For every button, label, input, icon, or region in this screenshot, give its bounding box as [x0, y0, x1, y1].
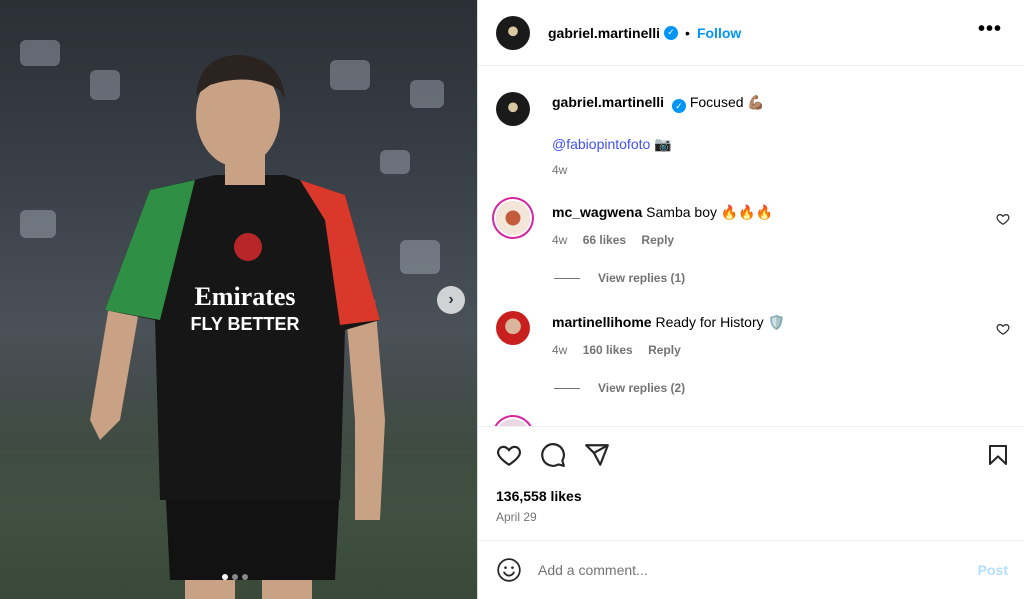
- author-username[interactable]: gabriel.martinelli: [548, 25, 660, 41]
- caption-age: 4w: [552, 163, 568, 177]
- view-replies-button[interactable]: View replies (2): [554, 381, 685, 395]
- post-date: April 29: [496, 510, 537, 524]
- caption-text: Focused 💪🏽: [689, 94, 765, 110]
- header-separator: •: [685, 24, 690, 41]
- post-comment-button[interactable]: Post: [978, 562, 1008, 578]
- heart-icon[interactable]: [496, 442, 522, 468]
- camera-emoji: 📷: [654, 136, 672, 152]
- carousel-dots: [222, 574, 248, 580]
- author-avatar[interactable]: [496, 92, 530, 126]
- divider-line: [554, 277, 580, 279]
- likes-count[interactable]: 136,558 likes: [496, 488, 582, 504]
- commenter-avatar[interactable]: [496, 419, 530, 426]
- author-avatar[interactable]: [496, 15, 530, 50]
- view-replies-label: View replies (1): [598, 271, 686, 285]
- comment-likes-count[interactable]: 160 likes: [583, 343, 633, 357]
- comment-username[interactable]: martinellihome: [552, 314, 652, 330]
- post-actions: [496, 438, 1016, 472]
- smiley-icon[interactable]: [496, 557, 522, 583]
- bookmark-icon[interactable]: [986, 442, 1010, 468]
- comment-composer: Post: [478, 540, 1024, 599]
- svg-text:FLY BETTER: FLY BETTER: [190, 314, 299, 334]
- comment-input[interactable]: [538, 562, 958, 578]
- post-details-panel: gabriel.martinelli ✓ • Follow ••• gabrie…: [477, 0, 1024, 599]
- next-photo-button[interactable]: ›: [437, 286, 465, 314]
- caption: gabriel.martinelli ✓ Focused 💪🏽 @fabiopi…: [496, 92, 765, 179]
- comment-text: Ready for History 🛡️: [655, 314, 785, 330]
- paper-plane-icon[interactable]: [584, 442, 610, 468]
- view-replies-label: View replies (2): [598, 381, 686, 395]
- comment-item: mc_wagwena Samba boy 🔥🔥🔥 4w 66 likes Rep…: [496, 201, 773, 249]
- comment-likes-count[interactable]: 66 likes: [583, 233, 626, 247]
- caption-username[interactable]: gabriel.martinelli: [552, 94, 664, 110]
- carousel-dot: [232, 574, 238, 580]
- comment-age: 4w: [552, 343, 568, 357]
- verified-badge-icon: ✓: [671, 99, 686, 113]
- comment-username[interactable]: mc_wagwena: [552, 204, 642, 220]
- athlete-figure: Emirates FLY BETTER: [90, 55, 385, 599]
- commenter-avatar[interactable]: [496, 311, 530, 345]
- chevron-right-icon: ›: [448, 291, 454, 308]
- follow-button[interactable]: Follow: [697, 25, 741, 41]
- comment-item: martinellihome Ready for History 🛡️ 4w 1…: [496, 311, 785, 359]
- caption-mention-link[interactable]: @fabiopintofoto: [552, 136, 650, 152]
- divider-line: [554, 387, 580, 389]
- reply-button[interactable]: Reply: [648, 343, 681, 357]
- post-photo[interactable]: Emirates FLY BETTER ›: [0, 0, 477, 599]
- svg-text:Emirates: Emirates: [194, 282, 295, 311]
- comment-bubble-icon[interactable]: [540, 442, 566, 468]
- comment-age: 4w: [552, 233, 568, 247]
- carousel-dot: [242, 574, 248, 580]
- comment-text: Samba boy 🔥🔥🔥: [646, 204, 774, 220]
- like-comment-heart-icon[interactable]: [996, 212, 1010, 226]
- reply-button[interactable]: Reply: [641, 233, 674, 247]
- comments-list[interactable]: gabriel.martinelli ✓ Focused 💪🏽 @fabiopi…: [478, 67, 1024, 427]
- verified-badge-icon: ✓: [664, 25, 679, 40]
- commenter-avatar[interactable]: [496, 201, 530, 235]
- view-replies-button[interactable]: View replies (1): [554, 271, 685, 285]
- post-header: gabriel.martinelli ✓ • Follow •••: [478, 0, 1024, 66]
- carousel-dot-active: [222, 574, 228, 580]
- like-comment-heart-icon[interactable]: [996, 322, 1010, 336]
- more-options-icon[interactable]: •••: [978, 19, 1002, 39]
